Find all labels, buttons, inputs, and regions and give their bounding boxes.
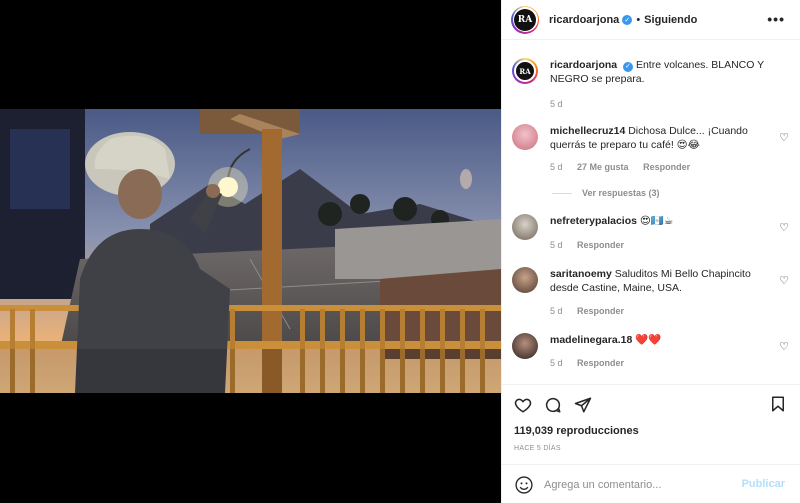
comment-username[interactable]: michellecruz14 <box>550 125 625 137</box>
comment-age: 5 d <box>550 240 563 250</box>
verified-badge-icon: ✓ <box>622 14 633 25</box>
comment-input[interactable] <box>544 478 744 491</box>
comment-username[interactable]: madelinegara.18 <box>550 334 632 346</box>
media-area <box>0 0 501 503</box>
like-comment-heart-icon[interactable]: ♡ <box>779 221 789 234</box>
commenter-avatar[interactable] <box>512 124 538 150</box>
comments-list[interactable]: RA ricardoarjona ✓ Entre volcanes. BLANC… <box>502 41 800 384</box>
more-options-icon[interactable]: ••• <box>767 11 785 27</box>
caption-meta: 5 d <box>550 99 575 109</box>
commenter-avatar[interactable] <box>512 267 538 293</box>
heart-icon[interactable] <box>513 395 533 415</box>
comment-icon[interactable] <box>543 395 563 415</box>
comment-age: 5 d <box>550 358 563 368</box>
verified-badge-icon: ✓ <box>623 62 634 72</box>
comment-username[interactable]: nefreterypalacios <box>550 215 637 227</box>
comment-age: 5 d <box>550 162 563 172</box>
caption-avatar[interactable]: RA <box>512 58 538 84</box>
comment-meta: 5 d 27 Me gusta Responder <box>550 162 702 172</box>
post-time-ago: HACE 5 DÍAS <box>514 445 561 452</box>
comment-text: 😍🇬🇹☕ <box>639 215 674 227</box>
emoji-icon[interactable] <box>514 475 534 495</box>
publish-button[interactable]: Publicar <box>742 478 785 490</box>
reply-button[interactable]: Responder <box>577 358 624 368</box>
author-avatar[interactable]: RA <box>511 5 539 34</box>
comment-text: ❤️❤️ <box>635 334 662 346</box>
separator-dot: • <box>636 13 641 26</box>
author-username[interactable]: ricardoarjona <box>549 14 619 26</box>
comment-meta: 5 d Responder <box>550 358 636 368</box>
caption-logo: RA <box>516 62 534 80</box>
bookmark-icon[interactable] <box>769 395 789 415</box>
reply-button[interactable]: Responder <box>577 306 624 316</box>
commenter-avatar[interactable] <box>512 333 538 359</box>
commenter-avatar[interactable] <box>512 214 538 240</box>
caption-age: 5 d <box>550 99 563 109</box>
comment-likes[interactable]: 27 Me gusta <box>577 162 629 172</box>
views-count[interactable]: 119,039 reproducciones <box>514 425 639 437</box>
comment-meta: 5 d Responder <box>550 306 636 316</box>
follow-status-button[interactable]: Siguiendo <box>644 14 697 26</box>
like-comment-heart-icon[interactable]: ♡ <box>779 340 789 353</box>
post-header: RA ricardoarjona ✓ • Siguiendo ••• <box>502 0 800 40</box>
comment-username[interactable]: saritanoemy <box>550 268 612 280</box>
view-replies-button[interactable]: Ver respuestas (3) <box>552 188 660 198</box>
reply-button[interactable]: Responder <box>643 162 690 172</box>
actions-section: 119,039 reproducciones HACE 5 DÍAS Publi… <box>502 384 800 503</box>
video-player[interactable] <box>0 109 501 393</box>
comment-meta: 5 d Responder <box>550 240 636 250</box>
comment-age: 5 d <box>550 306 563 316</box>
like-comment-heart-icon[interactable]: ♡ <box>779 274 789 287</box>
replies-divider <box>552 192 572 194</box>
comment-composer: Publicar <box>502 464 800 503</box>
like-comment-heart-icon[interactable]: ♡ <box>779 131 789 144</box>
view-replies-label: Ver respuestas (3) <box>582 188 660 198</box>
author-logo: RA <box>514 8 536 31</box>
video-frame <box>0 109 501 393</box>
share-icon[interactable] <box>573 395 593 415</box>
post-panel: RA ricardoarjona ✓ • Siguiendo ••• RA ri… <box>501 0 800 503</box>
caption-username[interactable]: ricardoarjona <box>550 59 617 71</box>
reply-button[interactable]: Responder <box>577 240 624 250</box>
